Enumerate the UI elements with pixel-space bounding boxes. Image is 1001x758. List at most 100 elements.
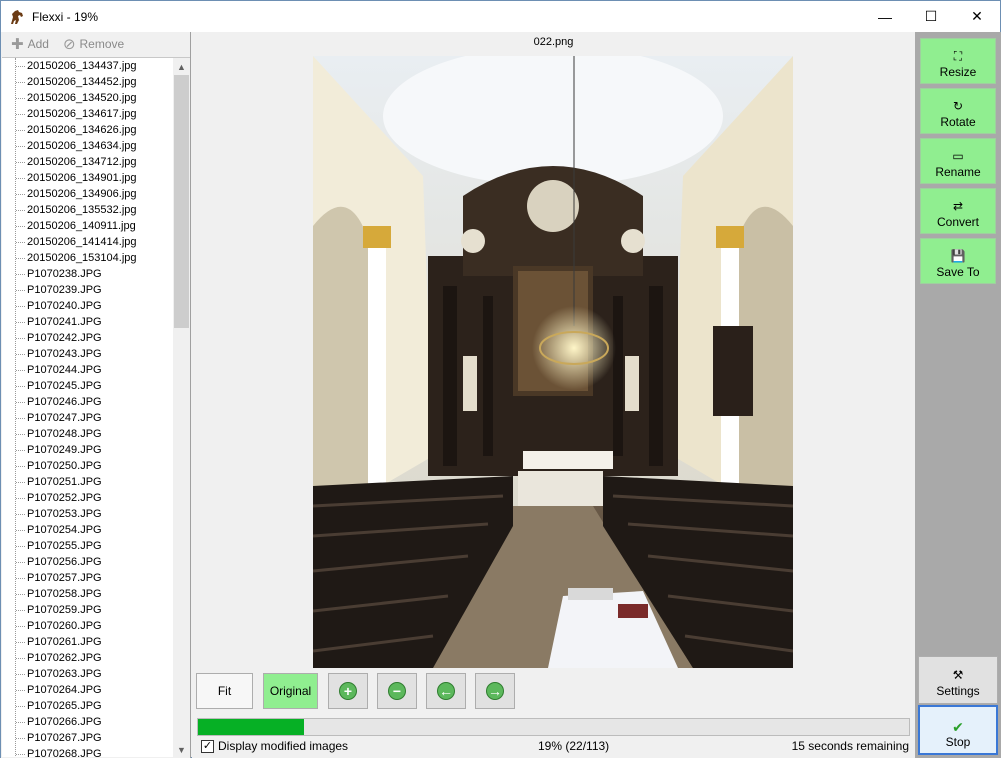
church-interior-photo [313, 56, 793, 668]
rotate-button[interactable]: ↻ Rotate [920, 88, 996, 134]
file-list-item[interactable]: 20150206_134901.jpg [2, 170, 190, 186]
file-list-item[interactable]: 20150206_134437.jpg [2, 58, 190, 74]
file-list-item[interactable]: P1070242.JPG [2, 330, 190, 346]
file-list-item[interactable]: P1070254.JPG [2, 522, 190, 538]
display-modified-label: Display modified images [218, 739, 349, 753]
time-remaining: 15 seconds remaining [791, 739, 909, 753]
file-list-scrollbar[interactable]: ▲ ▼ [173, 58, 190, 757]
maximize-button[interactable]: ☐ [908, 1, 954, 32]
file-list-item[interactable]: P1070262.JPG [2, 650, 190, 666]
file-list-item[interactable]: P1070246.JPG [2, 394, 190, 410]
file-list-item[interactable]: P1070263.JPG [2, 666, 190, 682]
convert-label: Convert [936, 215, 980, 229]
file-list-item[interactable]: 20150206_134712.jpg [2, 154, 190, 170]
close-button[interactable]: ✕ [954, 1, 1000, 32]
zoom-in-icon: + [339, 682, 357, 700]
preview-filename: 022.png [533, 36, 574, 48]
file-list-item[interactable]: P1070264.JPG [2, 682, 190, 698]
preview-area: 022.png Fit Original + − ← → ✓ Display m… [192, 32, 915, 758]
floppy-disk-icon: 💾 [950, 249, 966, 263]
file-list-item[interactable]: P1070258.JPG [2, 586, 190, 602]
zoom-in-button[interactable]: + [328, 673, 368, 709]
file-list-item[interactable]: 20150206_134452.jpg [2, 74, 190, 90]
resize-icon: ⛶ [953, 49, 963, 63]
remove-button[interactable]: ⊘ Remove [63, 35, 124, 53]
resize-label: Resize [939, 65, 977, 79]
file-list-item[interactable]: P1070261.JPG [2, 634, 190, 650]
save-to-button[interactable]: 💾 Save To [920, 238, 996, 284]
file-list-item[interactable]: P1070238.JPG [2, 266, 190, 282]
remove-label: Remove [79, 37, 125, 51]
file-list-item[interactable]: P1070248.JPG [2, 426, 190, 442]
progress-bar [197, 718, 910, 736]
file-panel: ✚ Add ⊘ Remove 20150206_134437.jpg 201502… [1, 32, 191, 758]
file-list-item[interactable]: 20150206_134634.jpg [2, 138, 190, 154]
file-list-item[interactable]: P1070243.JPG [2, 346, 190, 362]
stop-button[interactable]: ✔ Stop [918, 705, 998, 755]
zoom-out-button[interactable]: − [377, 673, 417, 709]
file-list-item[interactable]: P1070245.JPG [2, 378, 190, 394]
original-button[interactable]: Original [263, 673, 318, 709]
display-modified-checkbox[interactable]: ✓ [201, 740, 214, 753]
rename-label: Rename [935, 165, 981, 179]
file-list-item[interactable]: P1070253.JPG [2, 506, 190, 522]
file-list-item[interactable]: P1070251.JPG [2, 474, 190, 490]
file-list-item[interactable]: P1070241.JPG [2, 314, 190, 330]
file-list-item[interactable]: 20150206_134626.jpg [2, 122, 190, 138]
progress-percent: 19% (22/113) [538, 739, 610, 753]
save-to-label: Save To [936, 265, 980, 279]
file-list-item[interactable]: 20150206_135532.jpg [2, 202, 190, 218]
status-row: ✓ Display modified images 19% (22/113) 1… [192, 739, 915, 755]
file-list-item[interactable]: 20150206_134906.jpg [2, 186, 190, 202]
file-list-item[interactable]: 20150206_140911.jpg [2, 218, 190, 234]
arrow-right-icon: → [486, 682, 504, 700]
action-panel: ⛶ Resize ↻ Rotate ▭ Rename ⇄ Convert 💾 S… [915, 32, 1001, 758]
file-list-item[interactable]: P1070259.JPG [2, 602, 190, 618]
settings-button[interactable]: ⚒ Settings [918, 656, 998, 704]
file-list-item[interactable]: P1070267.JPG [2, 730, 190, 746]
scrollbar-thumb[interactable] [174, 75, 189, 328]
add-label: Add [27, 37, 49, 51]
next-button[interactable]: → [475, 673, 515, 709]
rotate-label: Rotate [940, 115, 976, 129]
file-list-item[interactable]: P1070260.JPG [2, 618, 190, 634]
progress-fill [198, 719, 304, 735]
file-list-item[interactable]: 20150206_134617.jpg [2, 106, 190, 122]
file-list-item[interactable]: P1070265.JPG [2, 698, 190, 714]
rotate-icon: ↻ [952, 99, 964, 113]
file-list[interactable]: 20150206_134437.jpg 20150206_134452.jpg 20… [2, 57, 190, 757]
file-list-item[interactable]: P1070255.JPG [2, 538, 190, 554]
plus-icon: ✚ [11, 36, 24, 53]
file-list-item[interactable]: 20150206_141414.jpg [2, 234, 190, 250]
fit-button[interactable]: Fit [196, 673, 253, 709]
file-list-item[interactable]: 20150206_153104.jpg [2, 250, 190, 266]
resize-button[interactable]: ⛶ Resize [920, 38, 996, 84]
file-list-item[interactable]: P1070252.JPG [2, 490, 190, 506]
file-list-item[interactable]: P1070266.JPG [2, 714, 190, 730]
prohibited-icon: ⊘ [62, 36, 76, 53]
checkmark-icon: ✔ [952, 719, 964, 735]
rename-icon: ▭ [952, 149, 964, 163]
file-list-item[interactable]: P1070268.JPG [2, 746, 190, 757]
file-list-item[interactable]: P1070257.JPG [2, 570, 190, 586]
file-items: 20150206_134437.jpg 20150206_134452.jpg 20… [2, 58, 190, 757]
file-list-item[interactable]: P1070247.JPG [2, 410, 190, 426]
file-list-item[interactable]: P1070244.JPG [2, 362, 190, 378]
file-list-item[interactable]: P1070239.JPG [2, 282, 190, 298]
file-list-item[interactable]: 20150206_134520.jpg [2, 90, 190, 106]
scroll-down-arrow-icon[interactable]: ▼ [173, 741, 190, 757]
previous-button[interactable]: ← [426, 673, 466, 709]
add-button[interactable]: ✚ Add [11, 35, 49, 53]
convert-icon: ⇄ [952, 199, 964, 213]
file-list-item[interactable]: P1070256.JPG [2, 554, 190, 570]
scroll-up-arrow-icon[interactable]: ▲ [173, 58, 190, 75]
convert-button[interactable]: ⇄ Convert [920, 188, 996, 234]
settings-label: Settings [936, 684, 980, 698]
minimize-button[interactable]: — [862, 1, 908, 32]
rename-button[interactable]: ▭ Rename [920, 138, 996, 184]
file-list-item[interactable]: P1070240.JPG [2, 298, 190, 314]
arrow-left-icon: ← [437, 682, 455, 700]
file-list-item[interactable]: P1070250.JPG [2, 458, 190, 474]
file-list-item[interactable]: P1070249.JPG [2, 442, 190, 458]
hammer-icon: ⚒ [952, 668, 964, 682]
